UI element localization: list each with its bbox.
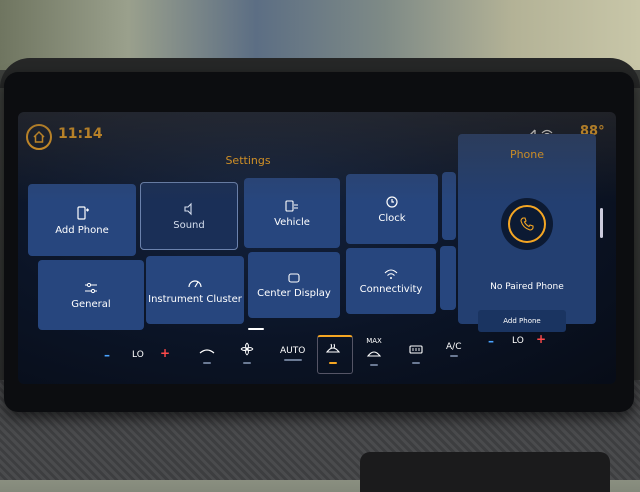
air-vent <box>360 452 610 492</box>
max-defrost-icon <box>366 351 382 357</box>
defrost-icon <box>325 343 341 353</box>
speaker-icon <box>184 202 192 215</box>
tile-label: Add Phone <box>55 224 109 236</box>
tile-label: Connectivity <box>359 283 423 295</box>
heated-seat-icon <box>199 349 215 354</box>
scrollbar[interactable] <box>600 208 603 238</box>
wifi-icon <box>384 268 398 279</box>
tile-label: Sound <box>173 219 205 231</box>
auto-label: AUTO <box>280 346 306 356</box>
max-label: MAX <box>366 337 382 345</box>
driver-temp-up-button[interactable]: + <box>160 346 170 360</box>
tile-add-phone[interactable]: Add Phone <box>28 184 136 256</box>
tile-label: Instrument Cluster <box>148 293 242 305</box>
phone-panel: Phone No Paired Phone Add Phone <box>458 134 596 332</box>
page-indicator <box>248 328 264 330</box>
phone-status: No Paired Phone <box>490 282 564 292</box>
gauge-icon <box>188 279 202 287</box>
phone-call-button[interactable] <box>501 198 553 250</box>
clock-time: 11:14 <box>58 126 103 142</box>
phone-plus-icon <box>77 205 89 220</box>
climate-bar: – LO + AUTO MAX A/C – LO + <box>18 332 616 384</box>
rear-defrost-button[interactable] <box>324 342 342 364</box>
add-phone-button[interactable]: Add Phone <box>478 310 566 332</box>
tile-clock[interactable]: Clock <box>346 174 438 244</box>
auto-climate-button[interactable]: AUTO <box>280 346 305 361</box>
tile-instrument-cluster[interactable]: Instrument Cluster <box>146 256 244 324</box>
phone-title: Phone <box>509 148 545 161</box>
driver-temp-down-button[interactable]: – <box>104 348 110 362</box>
fan-button[interactable] <box>240 342 254 364</box>
passenger-temp-down-button[interactable]: – <box>488 334 494 348</box>
display-icon <box>288 272 300 283</box>
tile-connectivity[interactable]: Connectivity <box>346 248 436 314</box>
tile-label: Center Display <box>257 287 331 299</box>
fan-icon <box>240 342 254 356</box>
settings-title: Settings <box>225 154 271 167</box>
infotainment-screen: 11:14 88° Settings Add Phone Sound Vehic… <box>18 112 616 384</box>
driver-temp-value: LO <box>132 350 144 360</box>
tile-label: Vehicle <box>274 216 310 228</box>
tile-label: General <box>71 298 111 310</box>
rear-defrost-icon <box>409 345 423 354</box>
tile-vehicle[interactable]: Vehicle <box>244 178 340 248</box>
rear-window-defrost-button[interactable] <box>408 344 424 364</box>
tile-general[interactable]: General <box>38 260 144 330</box>
ac-label: A/C <box>446 342 462 352</box>
max-defrost-button[interactable]: MAX <box>366 336 382 366</box>
clock-icon <box>386 195 398 208</box>
vehicle-settings-icon <box>285 199 298 212</box>
tile-partial[interactable] <box>440 246 456 310</box>
sliders-icon <box>85 282 97 293</box>
tile-label: Clock <box>378 212 406 224</box>
home-button[interactable] <box>26 124 52 150</box>
tile-partial[interactable] <box>442 172 456 240</box>
tile-center-display[interactable]: Center Display <box>248 252 340 318</box>
seat-heat-button[interactable] <box>198 346 216 364</box>
tile-sound[interactable]: Sound <box>140 182 238 250</box>
passenger-temp-up-button[interactable]: + <box>536 332 546 346</box>
home-icon <box>33 130 45 143</box>
phone-icon <box>520 217 534 231</box>
ac-button[interactable]: A/C <box>446 342 461 357</box>
passenger-temp-value: LO <box>512 336 524 346</box>
